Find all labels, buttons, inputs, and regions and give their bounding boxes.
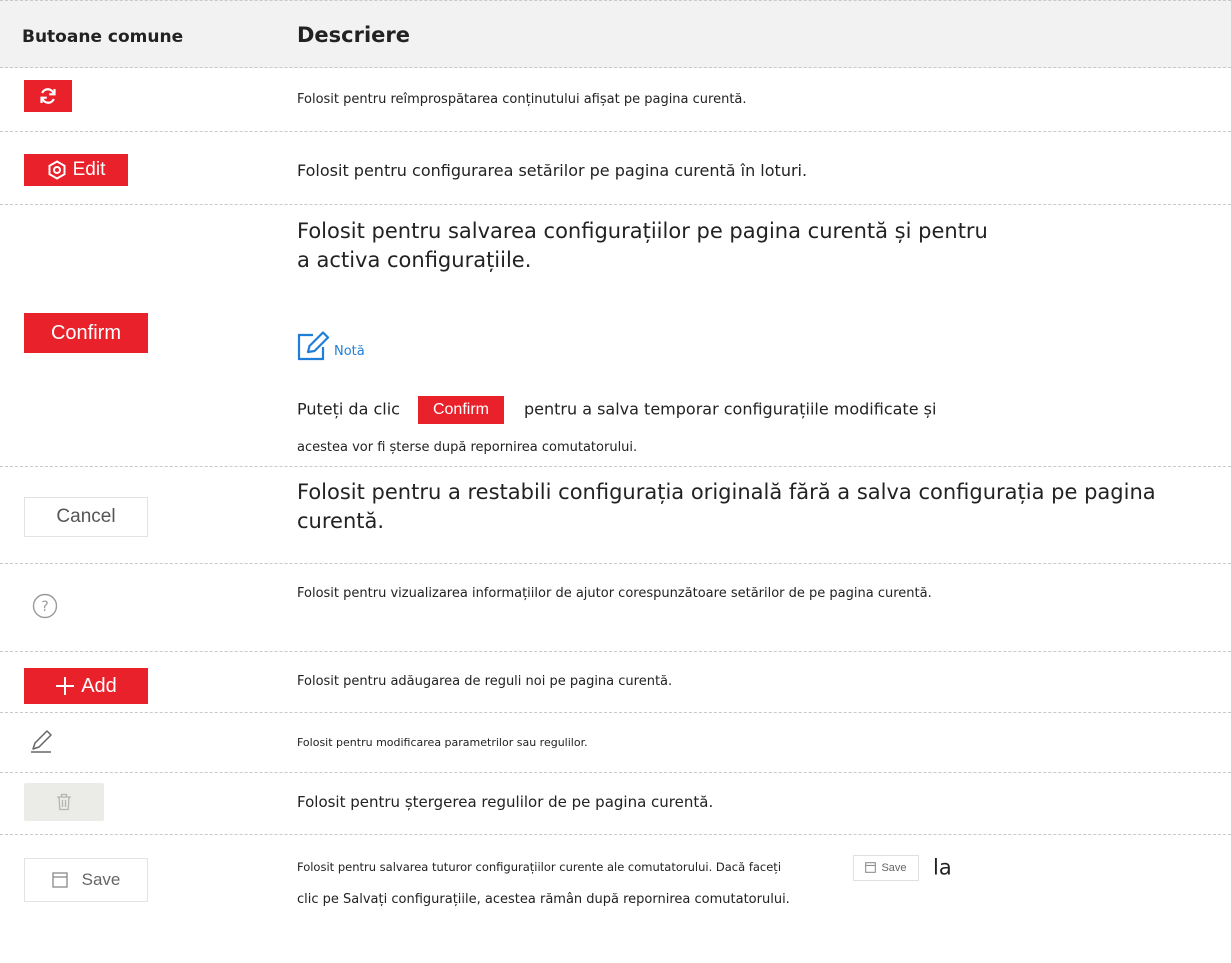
save-description-la: la bbox=[933, 855, 952, 880]
plus-icon bbox=[56, 677, 75, 695]
edit-description: Folosit pentru configurarea setărilor pe… bbox=[297, 161, 808, 180]
inline-confirm-button[interactable]: Confirm bbox=[417, 396, 504, 424]
save-description-part1: Folosit pentru salvarea tuturor configur… bbox=[297, 860, 782, 874]
save-button[interactable]: Save bbox=[24, 858, 148, 902]
table-row-modify: Folosit pentru modificarea parametrilor … bbox=[0, 713, 1231, 773]
svg-text:?: ? bbox=[41, 599, 48, 615]
inline-save-icon bbox=[865, 862, 877, 873]
note-suffix: pentru a salva temporar configurațiile m… bbox=[523, 399, 937, 419]
table-row-add: Add Folosit pentru adăugarea de reguli n… bbox=[0, 652, 1231, 713]
confirm-note-line2: acestea vor fi șterse după repornirea co… bbox=[297, 440, 638, 455]
note-edit-icon bbox=[297, 331, 330, 361]
save-description: Folosit pentru salvarea tuturor configur… bbox=[297, 853, 1219, 914]
note-callout: Notă bbox=[297, 331, 365, 361]
save-icon bbox=[51, 872, 68, 888]
trash-icon bbox=[57, 793, 71, 811]
save-button-label: Save bbox=[81, 870, 121, 889]
add-description: Folosit pentru adăugarea de reguli noi p… bbox=[297, 674, 673, 689]
confirm-description-line1: Folosit pentru salvarea configurațiilor … bbox=[297, 219, 988, 243]
edit-button-label: Edit bbox=[72, 159, 106, 180]
add-button-label: Add bbox=[81, 674, 117, 697]
note-prefix: Puteți da clic bbox=[297, 399, 400, 419]
cancel-description: Folosit pentru a restabili configurația … bbox=[297, 480, 1156, 533]
cancel-button[interactable]: Cancel bbox=[24, 497, 148, 537]
help-circle-icon[interactable]: ? bbox=[32, 593, 58, 619]
table-row-refresh: Folosit pentru reîmprospătarea conținutu… bbox=[0, 68, 1231, 132]
confirm-button-label: Confirm bbox=[50, 321, 121, 344]
modify-description: Folosit pentru modificarea parametrilor … bbox=[297, 736, 588, 749]
confirm-description: Folosit pentru salvarea configurațiilor … bbox=[297, 217, 1211, 275]
delete-button[interactable] bbox=[24, 783, 104, 821]
add-button[interactable]: Add bbox=[24, 668, 148, 704]
refresh-button[interactable] bbox=[24, 80, 72, 112]
confirm-description-line2: a activa configurațiile. bbox=[297, 248, 532, 272]
pencil-icon[interactable] bbox=[30, 728, 56, 754]
table-header: Butoane comune Descriere bbox=[0, 0, 1231, 68]
header-common-buttons: Butoane comune bbox=[22, 27, 184, 47]
table-row-delete: Folosit pentru ștergerea regulilor de pe… bbox=[0, 773, 1231, 835]
refresh-description: Folosit pentru reîmprospătarea conținutu… bbox=[297, 92, 747, 107]
edit-button[interactable]: Edit bbox=[24, 154, 128, 186]
cancel-button-label: Cancel bbox=[56, 506, 116, 527]
delete-description: Folosit pentru ștergerea regulilor de pe… bbox=[297, 793, 714, 811]
table-row-cancel: Cancel Folosit pentru a restabili config… bbox=[0, 467, 1231, 564]
table-row-help: ? Folosit pentru vizualizarea informații… bbox=[0, 564, 1231, 652]
table-row-save: Save Folosit pentru salvarea tuturor con… bbox=[0, 835, 1231, 963]
hexagon-settings-icon bbox=[48, 160, 66, 180]
save-description-line2: clic pe Salvați configurațiile, acestea … bbox=[297, 891, 790, 907]
confirm-note-text: Puteți da clic Confirm pentru a salva temp… bbox=[297, 396, 1211, 424]
inline-save-label: Save bbox=[881, 861, 907, 874]
help-description: Folosit pentru vizualizarea informațiilo… bbox=[297, 586, 932, 601]
table-row-edit: Edit Folosit pentru configurarea setăril… bbox=[0, 132, 1231, 205]
table-row-confirm: Confirm Folosit pentru salvarea configur… bbox=[0, 205, 1231, 467]
confirm-button[interactable]: Confirm bbox=[24, 313, 148, 353]
header-description: Descriere bbox=[297, 23, 411, 47]
inline-save-button[interactable]: Save bbox=[853, 854, 920, 881]
note-label: Notă bbox=[334, 344, 365, 359]
refresh-icon bbox=[40, 88, 56, 104]
